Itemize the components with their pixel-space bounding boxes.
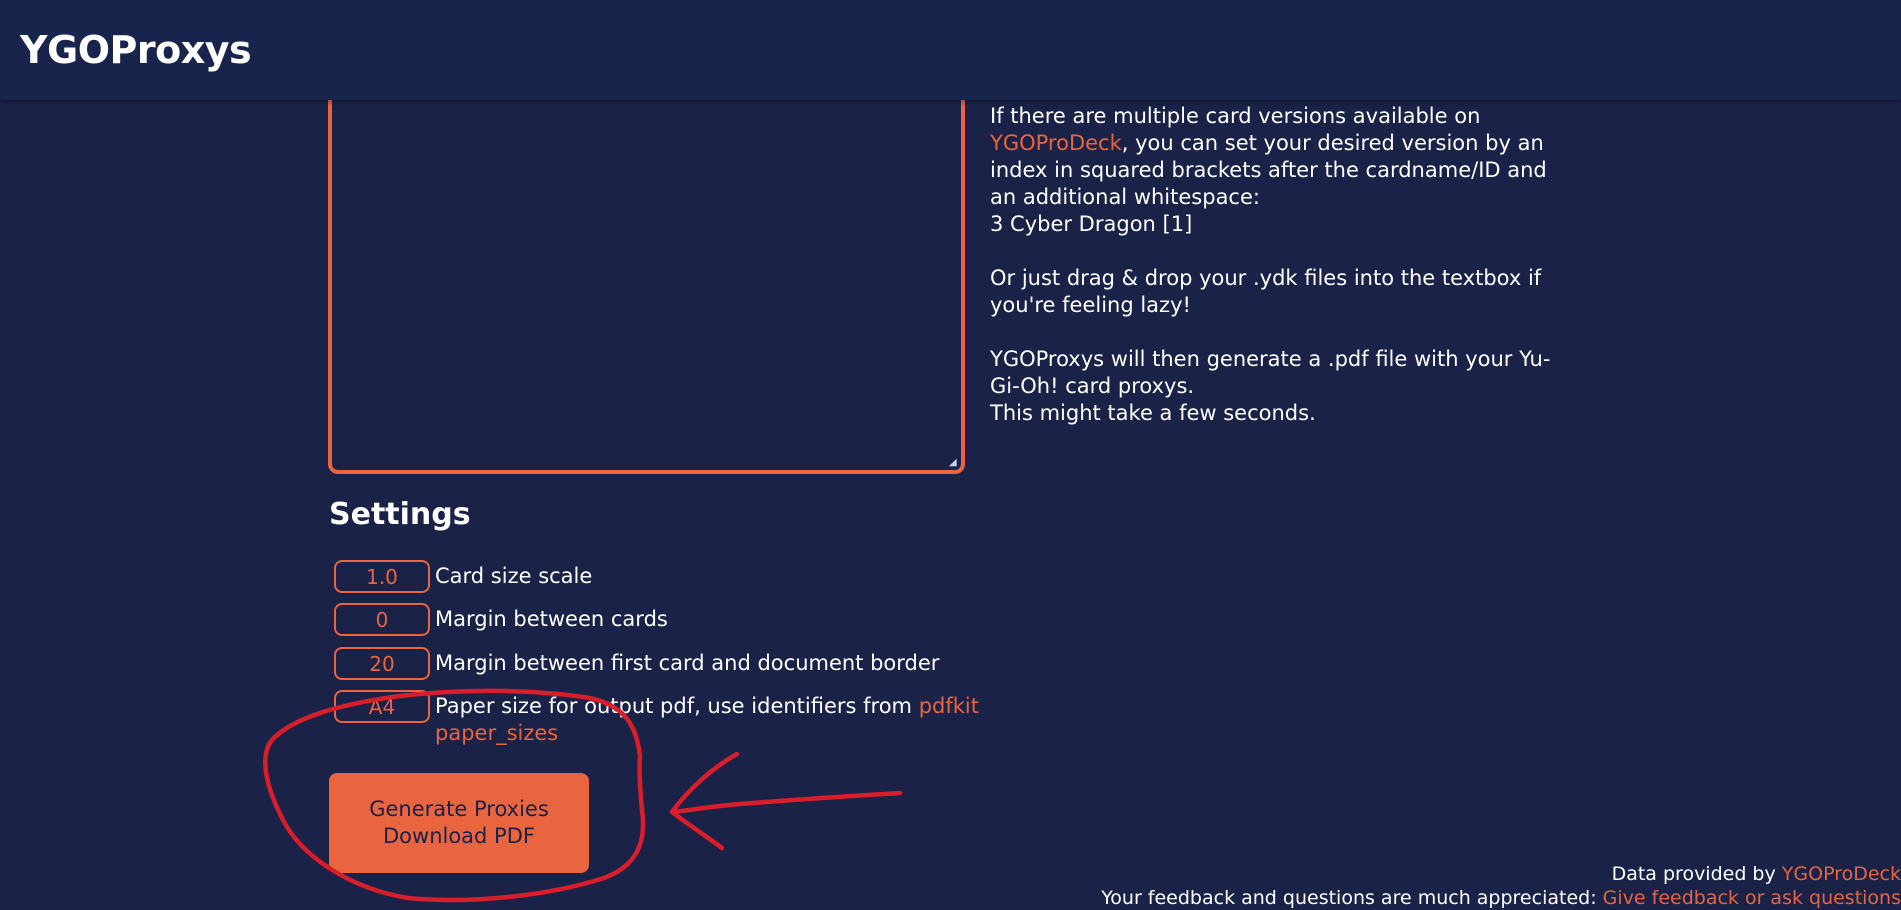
settings-heading: Settings (329, 497, 471, 532)
app-header: YGOProxys (0, 0, 1901, 100)
paper-size-input[interactable] (334, 690, 430, 723)
setting-paper-size: Paper size for output pdf, use identifie… (334, 690, 994, 747)
resize-handle-icon[interactable]: ◢ (949, 458, 959, 468)
border-margin-label: Margin between first card and document b… (435, 651, 940, 675)
card-margin-label: Margin between cards (435, 607, 668, 631)
help-text: If there are multiple card versions avai… (990, 103, 1570, 454)
setting-card-size-scale: Card size scale (334, 560, 994, 593)
footer-ygoprodeck-link[interactable]: YGOProDeck (1782, 863, 1901, 885)
footer-feedback: Your feedback and questions are much app… (1101, 887, 1901, 909)
card-margin-input[interactable] (334, 603, 430, 636)
help-paragraph-drag-drop: Or just drag & drop your .ydk files into… (990, 266, 1542, 317)
help-paragraph-versions: If there are multiple card versions avai… (990, 104, 1547, 236)
setting-card-margin: Margin between cards (334, 603, 994, 636)
brand-logo[interactable]: YGOProxys (20, 28, 252, 72)
generate-proxies-button[interactable]: Generate Proxies Download PDF (329, 773, 589, 873)
red-arrow-shaft (671, 790, 903, 815)
red-arrowhead (669, 751, 740, 851)
card-size-scale-label: Card size scale (435, 564, 593, 588)
border-margin-input[interactable] (334, 647, 430, 680)
help-paragraph-generate: YGOProxys will then generate a .pdf file… (990, 347, 1551, 425)
setting-border-margin: Margin between first card and document b… (334, 647, 994, 680)
help-example: 3 Cyber Dragon [1] (990, 212, 1193, 236)
paper-size-label: Paper size for output pdf, use identifie… (435, 694, 979, 745)
ygoprodeck-link[interactable]: YGOProDeck (990, 131, 1122, 155)
card-size-scale-input[interactable] (334, 560, 430, 593)
deck-list-textarea[interactable]: ◢ (328, 60, 965, 474)
footer: Data provided by YGOProDeck Your feedbac… (1101, 862, 1901, 910)
footer-data-credit: Data provided by YGOProDeck (1611, 863, 1901, 885)
